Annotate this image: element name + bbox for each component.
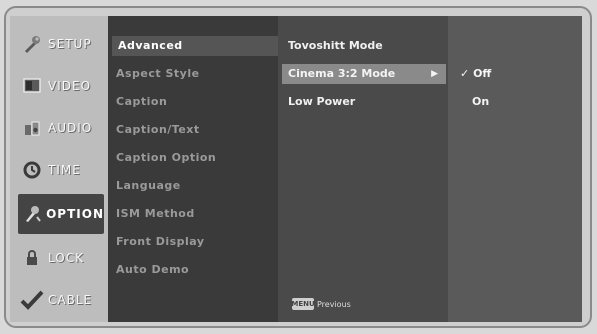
menu-item-video[interactable]: VIDEO — [10, 66, 108, 106]
menu-item-lock[interactable]: LOCK — [10, 238, 108, 278]
menu-item-time-label: TIME — [48, 163, 81, 177]
submenu-item-front-display[interactable]: Front Display — [116, 232, 205, 252]
lock-icon — [18, 244, 46, 272]
menu-item-audio[interactable]: AUDIO — [10, 108, 108, 148]
advanced-item-low-power[interactable]: Low Power — [288, 92, 355, 112]
submenu-item-language[interactable]: Language — [116, 176, 181, 196]
footer-hint: MENU Previous — [291, 298, 351, 310]
cinema-mode-label: Cinema 3:2 Mode — [288, 67, 396, 80]
menu-item-option[interactable]: OPTION — [18, 194, 104, 234]
submenu-item-caption-text[interactable]: Caption/Text — [116, 120, 200, 140]
submenu-item-caption[interactable]: Caption — [116, 92, 167, 112]
arrow-right-icon: ▶ — [431, 69, 438, 79]
value-submenu: ✓ Off On — [448, 16, 582, 322]
checkmark-icon: ✓ — [460, 67, 470, 80]
submenu-item-auto-demo[interactable]: Auto Demo — [116, 260, 189, 280]
option-submenu: Advanced Aspect Style Caption Caption/Te… — [108, 16, 278, 322]
menu-item-cable[interactable]: CABLE — [10, 280, 108, 320]
menu-item-setup[interactable]: SETUP — [10, 24, 108, 64]
category-sidebar: SETUP VIDEO AUDIO TIME OPTION LOCK CABLE — [10, 16, 108, 322]
menu-item-lock-label: LOCK — [48, 251, 84, 265]
wrench-icon — [18, 30, 46, 58]
footer-action-label: Previous — [317, 299, 351, 309]
speaker-icon — [18, 114, 46, 142]
tools-icon — [20, 200, 44, 228]
menu-item-time[interactable]: TIME — [10, 150, 108, 190]
menu-key-icon: MENU — [291, 298, 315, 310]
value-option-off-label: Off — [473, 67, 492, 80]
value-option-off[interactable]: ✓ Off — [460, 64, 491, 84]
screen-icon — [18, 72, 46, 100]
advanced-item-cinema-mode[interactable]: Cinema 3:2 Mode ▶ — [282, 64, 446, 84]
advanced-item-tovoshitt-mode[interactable]: Tovoshitt Mode — [288, 36, 383, 56]
submenu-item-caption-option[interactable]: Caption Option — [116, 148, 216, 168]
clock-icon — [18, 156, 46, 184]
check-icon — [18, 286, 46, 314]
value-option-on[interactable]: On — [472, 92, 489, 112]
submenu-item-ism-method[interactable]: ISM Method — [116, 204, 195, 224]
menu-item-video-label: VIDEO — [48, 79, 92, 93]
menu-item-cable-label: CABLE — [48, 293, 93, 307]
menu-item-option-label: OPTION — [46, 207, 104, 221]
advanced-submenu: Tovoshitt Mode Cinema 3:2 Mode ▶ Low Pow… — [278, 16, 448, 322]
submenu-item-aspect-style[interactable]: Aspect Style — [116, 64, 200, 84]
menu-panel: Advanced Aspect Style Caption Caption/Te… — [108, 16, 582, 322]
menu-item-audio-label: AUDIO — [48, 121, 93, 135]
menu-item-setup-label: SETUP — [48, 37, 92, 51]
submenu-item-advanced[interactable]: Advanced — [112, 36, 278, 56]
